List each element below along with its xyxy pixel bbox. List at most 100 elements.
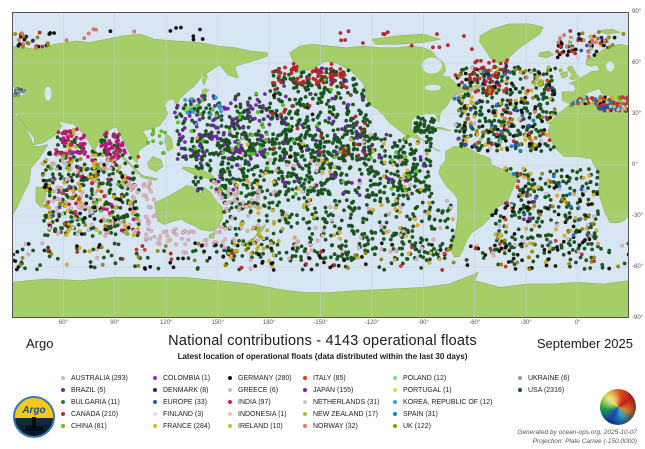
- world-map-canvas: [12, 12, 629, 318]
- legend-item: GERMANY (280): [228, 372, 292, 384]
- legend-country-label: FRANCE (284): [163, 423, 210, 430]
- legend-item: IRELAND (10): [228, 420, 292, 432]
- legend-item: PORTUGAL (1): [393, 384, 492, 396]
- legend-item: CHINA (81): [61, 420, 128, 432]
- legend-color-dot: [393, 400, 397, 404]
- footer-projection-line: Projection: Plate Carree (-150.0000): [517, 437, 637, 446]
- legend-color-dot: [393, 412, 397, 416]
- legend-item: ITALY (85): [303, 372, 380, 384]
- legend-color-dot: [303, 376, 307, 380]
- title-block: National contributions - 4143 operationa…: [120, 333, 525, 361]
- legend-color-dot: [518, 376, 522, 380]
- lon-tick-label: -150°: [313, 320, 327, 326]
- legend-column: COLOMBIA (1) DENMARK (8) EUROPE (33) FINLAN…: [153, 372, 210, 432]
- legend-color-dot: [393, 388, 397, 392]
- legend-color-dot: [153, 412, 157, 416]
- legend-color-dot: [61, 388, 65, 392]
- lon-tick-label: 120°: [160, 320, 172, 326]
- footer-generated-line: Generated by ocean-ops.org, 2025-10-07: [517, 428, 637, 437]
- legend-item: NORWAY (32): [303, 420, 380, 432]
- legend-column: POLAND (12) PORTUGAL (1) KOREA, REPUBLIC O…: [393, 372, 492, 432]
- argo-logo: Argo: [13, 396, 55, 438]
- legend-color-dot: [228, 376, 232, 380]
- lon-tick-label: 0°: [575, 320, 581, 326]
- legend-item: COLOMBIA (1): [153, 372, 210, 384]
- legend-country-label: SPAIN (31): [403, 411, 438, 418]
- legend-color-dot: [153, 400, 157, 404]
- float-dots-portugal: [547, 120, 551, 124]
- argo-logo-text: Argo: [15, 405, 53, 416]
- legend-country-label: ITALY (85): [313, 375, 346, 382]
- date-label: September 2025: [537, 336, 633, 351]
- legend-country-label: BULGARIA (11): [71, 399, 120, 406]
- lon-tick-label: 90°: [110, 320, 119, 326]
- lat-tick-label: -60°: [632, 264, 643, 270]
- legend-color-dot: [61, 424, 65, 428]
- legend-country-label: FINLAND (3): [163, 411, 203, 418]
- legend-item: FINLAND (3): [153, 408, 210, 420]
- legend-column: GERMANY (280)GREECE (6)INDIA (97)INDONES…: [228, 372, 292, 432]
- legend-country-label: JAPAN (155): [313, 387, 353, 394]
- footer: Generated by ocean-ops.org, 2025-10-07 P…: [517, 428, 637, 446]
- legend-color-dot: [228, 388, 232, 392]
- legend-country-label: EUROPE (33): [163, 399, 207, 406]
- legend: AUSTRALIA (293) BRAZIL (5) BULGARIA (11) CA…: [0, 372, 645, 434]
- legend-item: FRANCE (284): [153, 420, 210, 432]
- legend-country-label: UKRAINE (6): [528, 375, 570, 382]
- legend-item: BULGARIA (11): [61, 396, 128, 408]
- legend-color-dot: [393, 376, 397, 380]
- legend-country-label: DENMARK (8): [163, 387, 209, 394]
- brand-label: Argo: [26, 336, 53, 351]
- legend-color-dot: [393, 424, 397, 428]
- legend-item: DENMARK (8): [153, 384, 210, 396]
- legend-color-dot: [303, 424, 307, 428]
- legend-item: NETHERLANDS (31): [303, 396, 380, 408]
- legend-item: EUROPE (33): [153, 396, 210, 408]
- argo-status-map-page: 60°90°120°150°180°-150°-120°-90°-60°-30°…: [0, 0, 645, 449]
- legend-country-label: PORTUGAL (1): [403, 387, 452, 394]
- legend-column: AUSTRALIA (293) BRAZIL (5) BULGARIA (11) CA…: [61, 372, 128, 432]
- legend-country-label: BRAZIL (5): [71, 387, 106, 394]
- legend-item: KOREA, REPUBLIC OF (12): [393, 396, 492, 408]
- legend-country-label: UK (122): [403, 423, 431, 430]
- legend-country-label: NEW ZEALAND (17): [313, 411, 378, 418]
- lon-tick-label: -90°: [418, 320, 429, 326]
- legend-column: UKRAINE (6) USA (2316): [518, 372, 570, 396]
- world-map: 60°90°120°150°180°-150°-120°-90°-60°-30°…: [12, 12, 629, 318]
- lon-tick-label: -30°: [521, 320, 532, 326]
- lat-tick-label: -30°: [632, 213, 643, 219]
- legend-item: INDONESIA (1): [228, 408, 292, 420]
- argo-float-silhouette-base: [25, 426, 43, 431]
- legend-color-dot: [518, 388, 522, 392]
- legend-color-dot: [61, 400, 65, 404]
- legend-color-dot: [303, 412, 307, 416]
- legend-country-label: POLAND (12): [403, 375, 446, 382]
- float-dots-indonesia: [111, 163, 115, 167]
- legend-item: JAPAN (155): [303, 384, 380, 396]
- legend-country-label: NETHERLANDS (31): [313, 399, 380, 406]
- lon-tick-label: -60°: [469, 320, 480, 326]
- legend-item: USA (2316): [518, 384, 570, 396]
- legend-item: SPAIN (31): [393, 408, 492, 420]
- legend-country-label: CANADA (210): [71, 411, 118, 418]
- legend-color-dot: [228, 400, 232, 404]
- lon-tick-label: 150°: [211, 320, 223, 326]
- legend-column: ITALY (85) JAPAN (155) NETHERLANDS (31) NEW…: [303, 372, 380, 432]
- page-title: National contributions - 4143 operationa…: [120, 333, 525, 349]
- legend-item: CANADA (210): [61, 408, 128, 420]
- page-subtitle: Latest location of operational floats (d…: [120, 352, 525, 361]
- legend-country-label: KOREA, REPUBLIC OF (12): [403, 399, 492, 406]
- legend-country-label: INDONESIA (1): [238, 411, 287, 418]
- legend-country-label: AUSTRALIA (293): [71, 375, 128, 382]
- legend-country-label: CHINA (81): [71, 423, 107, 430]
- legend-color-dot: [153, 388, 157, 392]
- lon-tick-label: -120°: [365, 320, 379, 326]
- legend-country-label: GERMANY (280): [238, 375, 292, 382]
- lat-tick-label: 60°: [632, 60, 641, 66]
- legend-item: POLAND (12): [393, 372, 492, 384]
- legend-country-label: NORWAY (32): [313, 423, 358, 430]
- legend-item: AUSTRALIA (293): [61, 372, 128, 384]
- legend-color-dot: [228, 424, 232, 428]
- legend-item: GREECE (6): [228, 384, 292, 396]
- legend-item: BRAZIL (5): [61, 384, 128, 396]
